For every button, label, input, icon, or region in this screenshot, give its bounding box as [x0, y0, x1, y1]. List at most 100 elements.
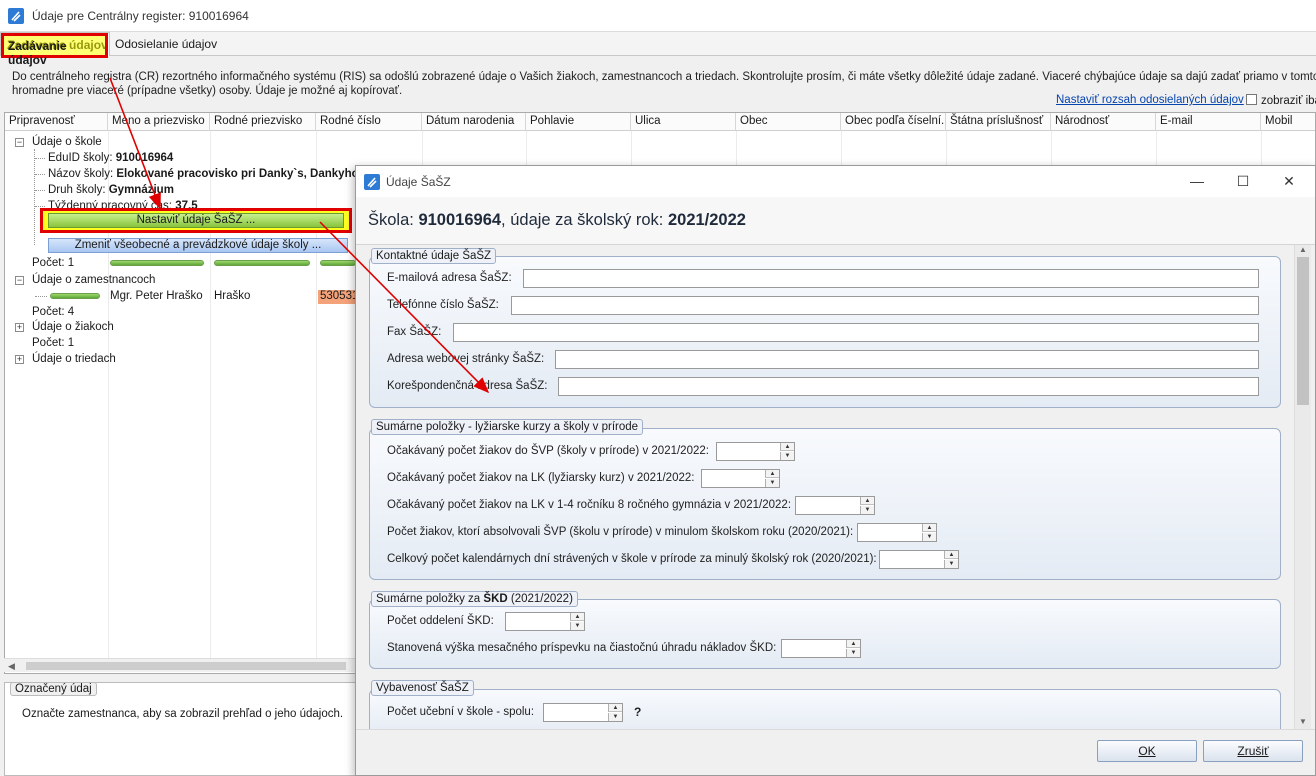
phone-label: Telefónne číslo ŠaŠZ:	[387, 299, 499, 311]
employee-name[interactable]: Mgr. Peter Hraško	[110, 290, 203, 302]
scroll-thumb[interactable]	[26, 662, 346, 670]
spin-up-icon[interactable]: ▲	[570, 613, 584, 621]
maximize-icon[interactable]: ☐	[1232, 172, 1254, 190]
spin-down-icon[interactable]: ▼	[780, 452, 794, 460]
spin-down-icon[interactable]: ▼	[860, 506, 874, 514]
column-header[interactable]: Meno a priezvisko	[108, 113, 210, 131]
range-settings-link[interactable]: Nastaviť rozsah odosielaných údajov	[1056, 94, 1244, 106]
column-header[interactable]: Ulica	[631, 113, 736, 131]
tab-highlight-annotation: Zadávanie údajov	[1, 33, 108, 67]
spin-up-icon[interactable]: ▲	[608, 704, 622, 712]
cancel-button[interactable]: Zrušiť	[1203, 740, 1303, 762]
scroll-left-icon[interactable]: ◀	[8, 661, 15, 672]
intro-line-1: Do centrálneho registra (CR) rezortného …	[12, 71, 1316, 83]
skd-legend-suffix: (2021/2022)	[510, 593, 573, 605]
expand-classes-icon[interactable]: +	[15, 355, 24, 364]
phone-input[interactable]	[511, 296, 1259, 315]
tree-node-students[interactable]: Údaje o žiakoch	[32, 321, 114, 333]
email-input[interactable]	[523, 269, 1259, 288]
spin-down-icon[interactable]: ▼	[608, 713, 622, 721]
ok-button[interactable]: OK	[1097, 740, 1197, 762]
collapse-employees-icon[interactable]: −	[15, 276, 24, 285]
set-sasz-button[interactable]: Nastaviť údaje ŠaŠZ ...	[48, 213, 344, 228]
svp-expected-label: Očakávaný počet žiakov do ŠVP (školy v p…	[387, 445, 709, 457]
dialog-titlebar: Údaje ŠaŠZ — ☐ ✕	[356, 166, 1315, 197]
grid-horizontal-scrollbar[interactable]: ◀	[4, 658, 356, 672]
column-header[interactable]: Štátna príslušnosť	[946, 113, 1051, 131]
column-header[interactable]: Národnosť	[1051, 113, 1156, 131]
minimize-icon[interactable]: —	[1186, 172, 1208, 190]
days-total-spinner[interactable]: ▲ ▼	[879, 550, 959, 569]
school-type-value: Gymnázium	[108, 184, 174, 196]
scroll-thumb[interactable]	[1297, 257, 1309, 405]
skd-legend-prefix: Sumárne položky za	[376, 593, 481, 605]
heading-prefix: Škola:	[368, 211, 414, 229]
show-only-checkbox[interactable]	[1246, 94, 1257, 105]
spin-up-icon[interactable]: ▲	[922, 524, 936, 532]
help-icon[interactable]: ?	[634, 705, 641, 719]
school-name-row: Názov školy: Elokované pracovisko pri Da…	[48, 168, 371, 180]
column-header[interactable]: Obec podľa číselní...	[841, 113, 946, 131]
close-icon[interactable]: ✕	[1278, 172, 1300, 190]
tree-node-employees[interactable]: Údaje o zamestnancoch	[32, 274, 155, 286]
spin-up-icon[interactable]: ▲	[860, 497, 874, 505]
spin-up-icon[interactable]: ▲	[780, 443, 794, 451]
skd-fee-spinner[interactable]: ▲ ▼	[781, 639, 861, 658]
address-input[interactable]	[558, 377, 1259, 396]
heading-year: 2021/2022	[667, 211, 746, 229]
tree-node-school[interactable]: Údaje o škole	[32, 136, 102, 148]
column-header[interactable]: Pohlavie	[526, 113, 631, 131]
dialog-footer: OK Zrušiť	[356, 729, 1315, 775]
web-input[interactable]	[555, 350, 1259, 369]
expand-students-icon[interactable]: +	[15, 323, 24, 332]
dialog-vertical-scrollbar[interactable]: ▲ ▼	[1294, 245, 1311, 729]
spin-up-icon[interactable]: ▲	[846, 640, 860, 648]
change-general-data-button[interactable]: Zmeniť všeobecné a prevádzkové údaje ško…	[48, 238, 348, 253]
marked-item-legend: Označený údaj	[10, 682, 97, 696]
app-icon	[8, 8, 24, 24]
svp-expected-spinner[interactable]: ▲ ▼	[716, 442, 795, 461]
lk-expected-spinner[interactable]: ▲ ▼	[701, 469, 780, 488]
marked-item-panel	[4, 682, 356, 776]
sasz-dialog: Údaje ŠaŠZ — ☐ ✕ Škola: 910016964, údaje…	[355, 165, 1316, 776]
column-header[interactable]: Mobil	[1261, 113, 1315, 131]
tree-line	[35, 158, 45, 159]
classrooms-spinner[interactable]: ▲ ▼	[543, 703, 623, 722]
lk-expected-label: Očakávaný počet žiakov na LK (lyžiarsky …	[387, 472, 695, 484]
skd-legend: Sumárne položky za ŠKD (2021/2022)	[371, 591, 578, 607]
dialog-heading: Škola: 910016964, údaje za školský rok: …	[368, 211, 746, 230]
show-only-label: zobraziť iba	[1261, 95, 1316, 107]
spin-down-icon[interactable]: ▼	[944, 560, 958, 568]
spin-up-icon[interactable]: ▲	[944, 551, 958, 559]
employee-maiden-name[interactable]: Hraško	[214, 290, 250, 302]
collapse-school-icon[interactable]: −	[15, 138, 24, 147]
tree-node-classes[interactable]: Údaje o triedach	[32, 353, 116, 365]
tree-line	[35, 174, 45, 175]
column-header[interactable]: Rodné číslo	[316, 113, 422, 131]
tree-line	[35, 206, 45, 207]
column-header[interactable]: Dátum narodenia	[422, 113, 526, 131]
school-name-value: Elokované pracovisko pri Danky`s, Dankyh…	[116, 168, 372, 180]
fax-input[interactable]	[453, 323, 1259, 342]
spin-down-icon[interactable]: ▼	[922, 533, 936, 541]
scroll-down-icon[interactable]: ▼	[1299, 717, 1307, 726]
column-header[interactable]: Obec	[736, 113, 841, 131]
skd-divisions-spinner[interactable]: ▲ ▼	[505, 612, 585, 631]
column-header[interactable]: E-mail	[1156, 113, 1261, 131]
employee-readiness-bar	[50, 293, 100, 299]
email-label: E-mailová adresa ŠaŠZ:	[387, 272, 512, 284]
spin-down-icon[interactable]: ▼	[570, 622, 584, 630]
spin-down-icon[interactable]: ▼	[765, 479, 779, 487]
skd-divisions-label: Počet oddelení ŠKD:	[387, 615, 494, 627]
column-header[interactable]: Pripravenosť	[5, 113, 108, 131]
svp-completed-label: Počet žiakov, ktorí absolvovali ŠVP (ško…	[387, 526, 854, 538]
svp-completed-spinner[interactable]: ▲ ▼	[857, 523, 937, 542]
employee-rodne-cislo[interactable]: 530531	[318, 290, 358, 304]
spin-up-icon[interactable]: ▲	[765, 470, 779, 478]
spin-down-icon[interactable]: ▼	[846, 649, 860, 657]
scroll-up-icon[interactable]: ▲	[1299, 245, 1307, 254]
tab-odosielanie-udajov[interactable]: Odosielanie údajov	[112, 32, 223, 56]
app-icon	[364, 174, 380, 190]
lk-expected-8-spinner[interactable]: ▲ ▼	[795, 496, 875, 515]
column-header[interactable]: Rodné priezvisko	[210, 113, 316, 131]
